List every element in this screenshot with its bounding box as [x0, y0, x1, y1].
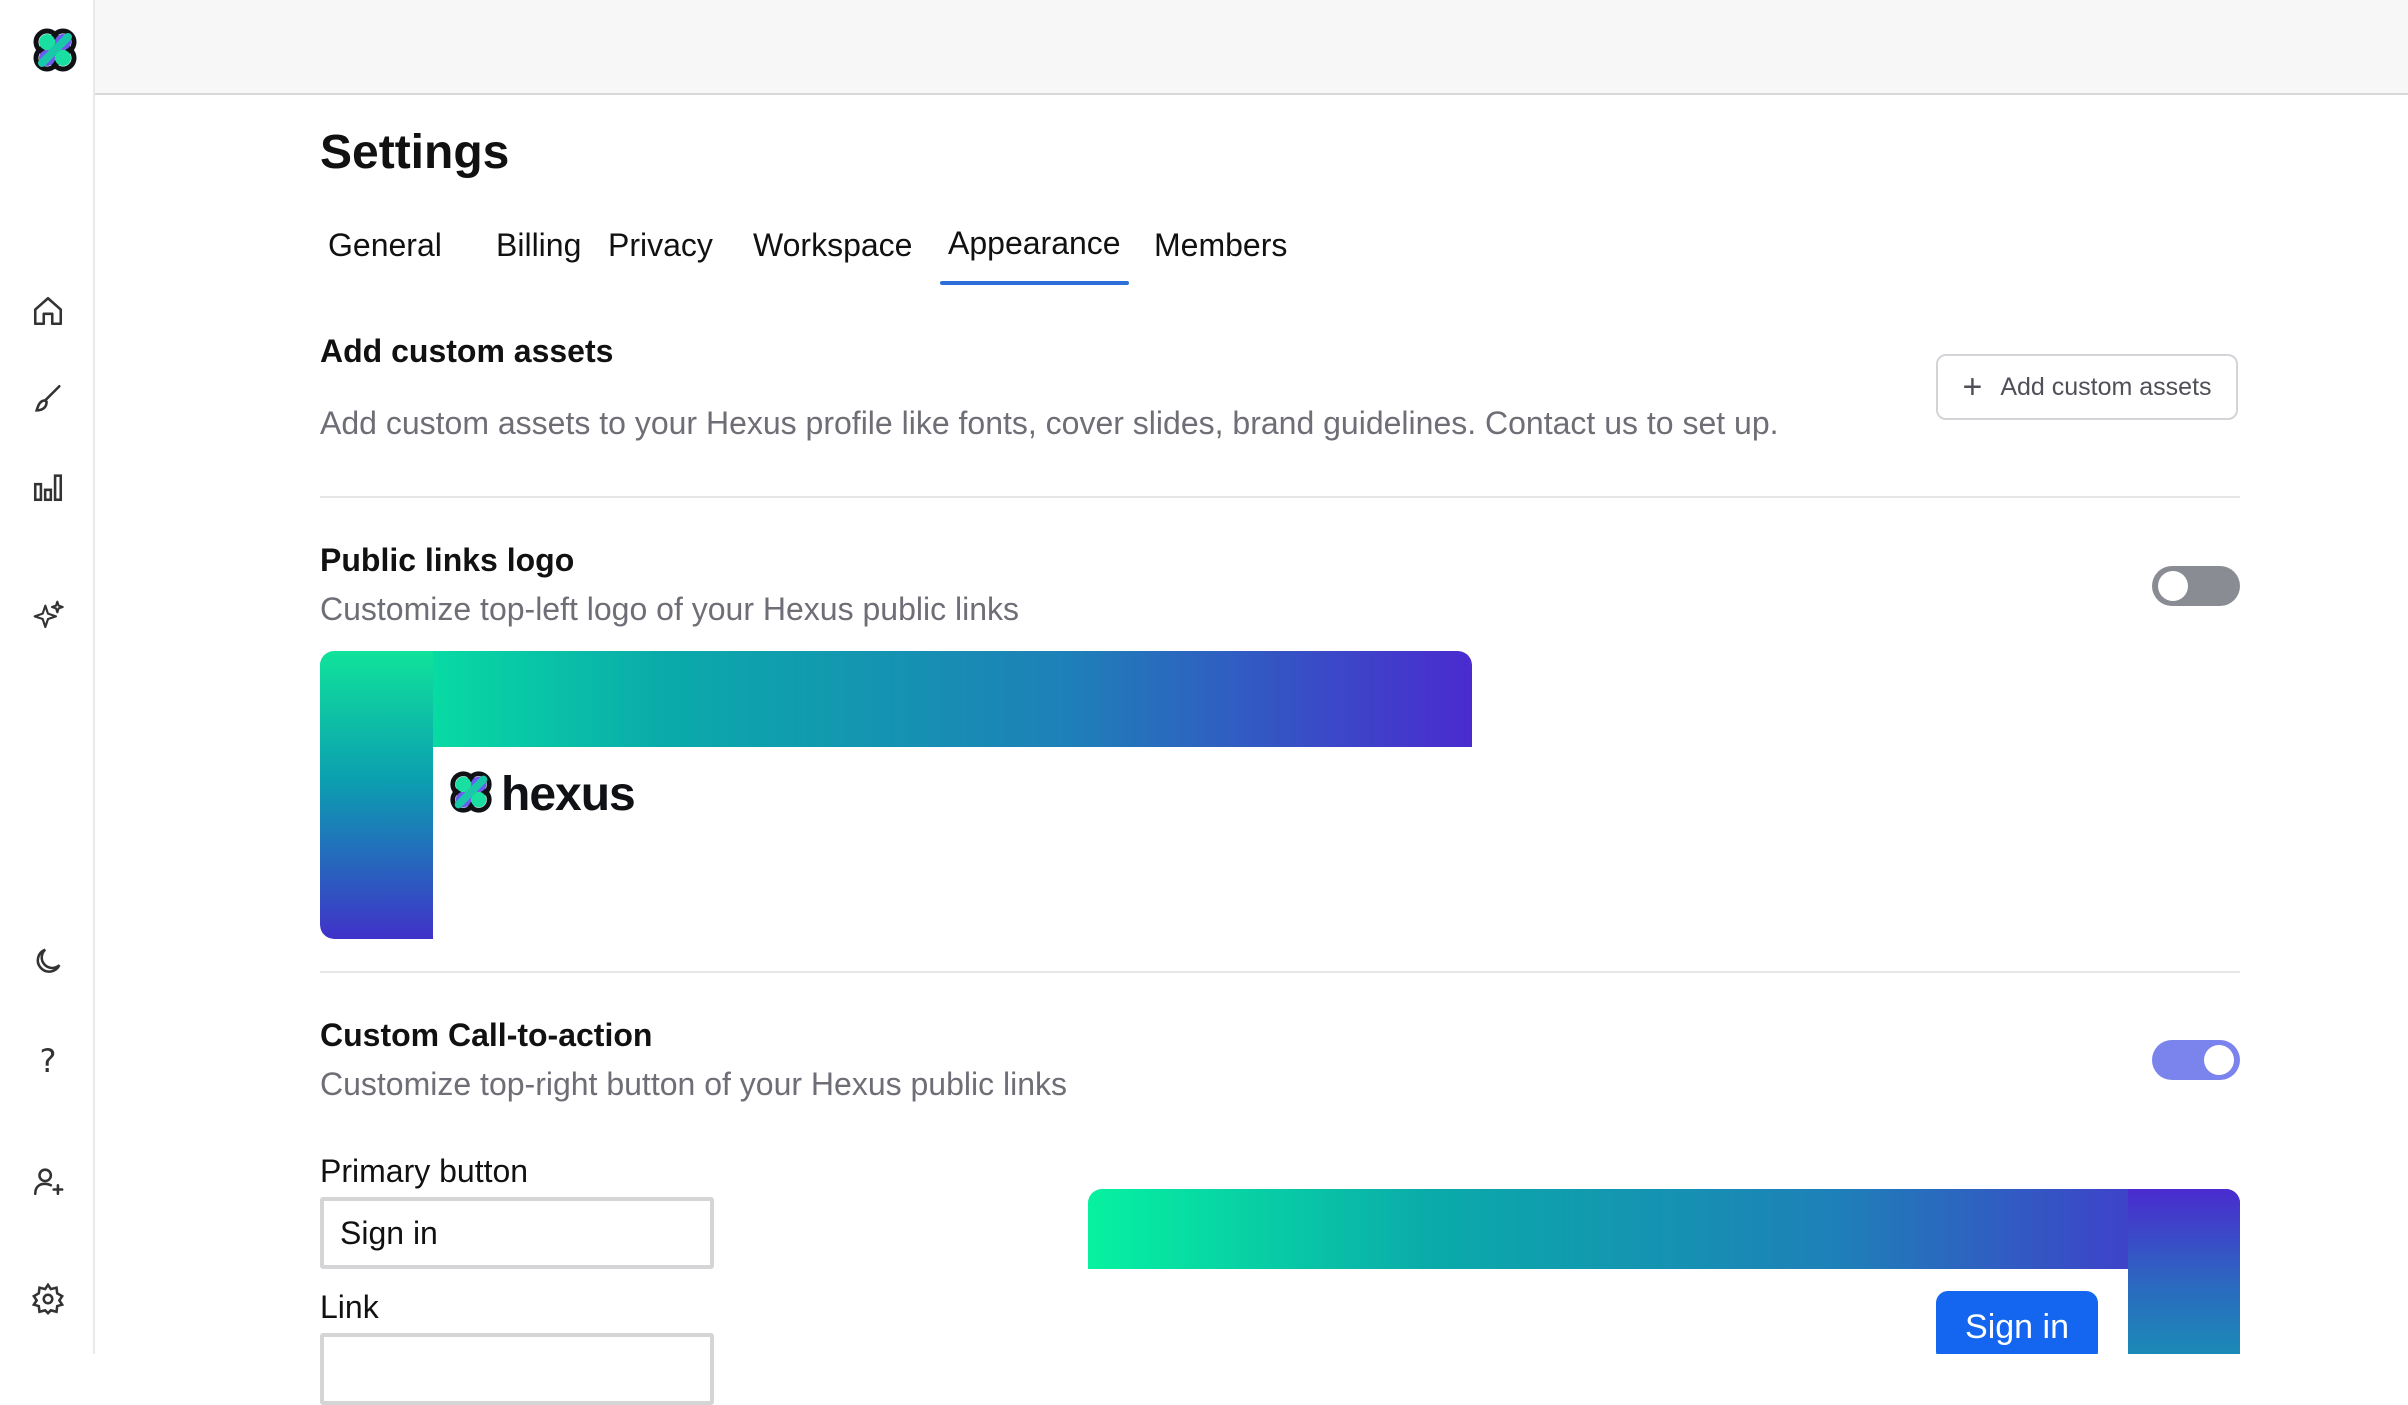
moon-icon[interactable]	[27, 940, 69, 982]
tab-members[interactable]: Members	[1154, 225, 1287, 265]
page-title: Settings	[320, 126, 510, 179]
tab-appearance[interactable]: Appearance	[940, 223, 1129, 285]
public-logo-preview: hexus	[320, 651, 1472, 939]
preview-gradient-side	[2128, 1189, 2240, 1354]
custom-assets-description: Add custom assets to your Hexus profile …	[320, 405, 1779, 441]
brush-icon[interactable]	[27, 378, 69, 420]
tab-general[interactable]: General	[328, 225, 442, 265]
cta-toggle[interactable]	[2152, 1040, 2240, 1080]
add-custom-assets-label: Add custom assets	[2000, 372, 2212, 401]
toggle-knob	[2204, 1045, 2234, 1075]
custom-assets-title: Add custom assets	[320, 333, 614, 369]
preview-signin-button[interactable]: Sign in	[1936, 1291, 2098, 1354]
tab-billing[interactable]: Billing	[496, 225, 581, 265]
link-label: Link	[320, 1289, 379, 1325]
add-user-icon[interactable]	[27, 1160, 69, 1202]
sparkles-icon[interactable]	[27, 594, 69, 636]
gear-icon[interactable]	[27, 1278, 69, 1320]
cta-preview: Sign in	[1088, 1189, 2240, 1354]
hexus-mark-icon	[447, 768, 495, 821]
home-icon[interactable]	[27, 290, 69, 332]
public-logo-description: Customize top-left logo of your Hexus pu…	[320, 591, 1019, 627]
cta-description: Customize top-right button of your Hexus…	[320, 1066, 1068, 1102]
primary-button-label: Primary button	[320, 1153, 529, 1189]
add-custom-assets-button[interactable]: + Add custom assets	[1936, 354, 2238, 420]
preview-gradient-bar	[320, 651, 1472, 747]
tab-workspace[interactable]: Workspace	[753, 225, 912, 265]
sidebar: ?	[0, 0, 95, 1354]
plus-icon: +	[1962, 368, 1983, 406]
preview-gradient-side	[320, 651, 433, 939]
cta-title: Custom Call-to-action	[320, 1017, 653, 1053]
divider	[320, 496, 2240, 498]
tab-privacy[interactable]: Privacy	[608, 225, 713, 265]
public-logo-toggle[interactable]	[2152, 566, 2240, 606]
preview-gradient-bar	[1088, 1189, 2240, 1269]
toggle-knob	[2158, 571, 2188, 601]
bar-chart-icon[interactable]	[27, 466, 69, 508]
help-icon[interactable]: ?	[27, 1040, 69, 1082]
hexus-wordmark: hexus	[501, 768, 636, 821]
primary-button-input[interactable]	[320, 1197, 714, 1269]
hexus-logo-icon[interactable]	[29, 24, 81, 76]
hexus-logo: hexus	[447, 767, 636, 822]
top-bar	[95, 0, 2408, 95]
public-logo-title: Public links logo	[320, 542, 575, 578]
divider	[320, 971, 2240, 973]
link-input[interactable]	[320, 1333, 714, 1405]
